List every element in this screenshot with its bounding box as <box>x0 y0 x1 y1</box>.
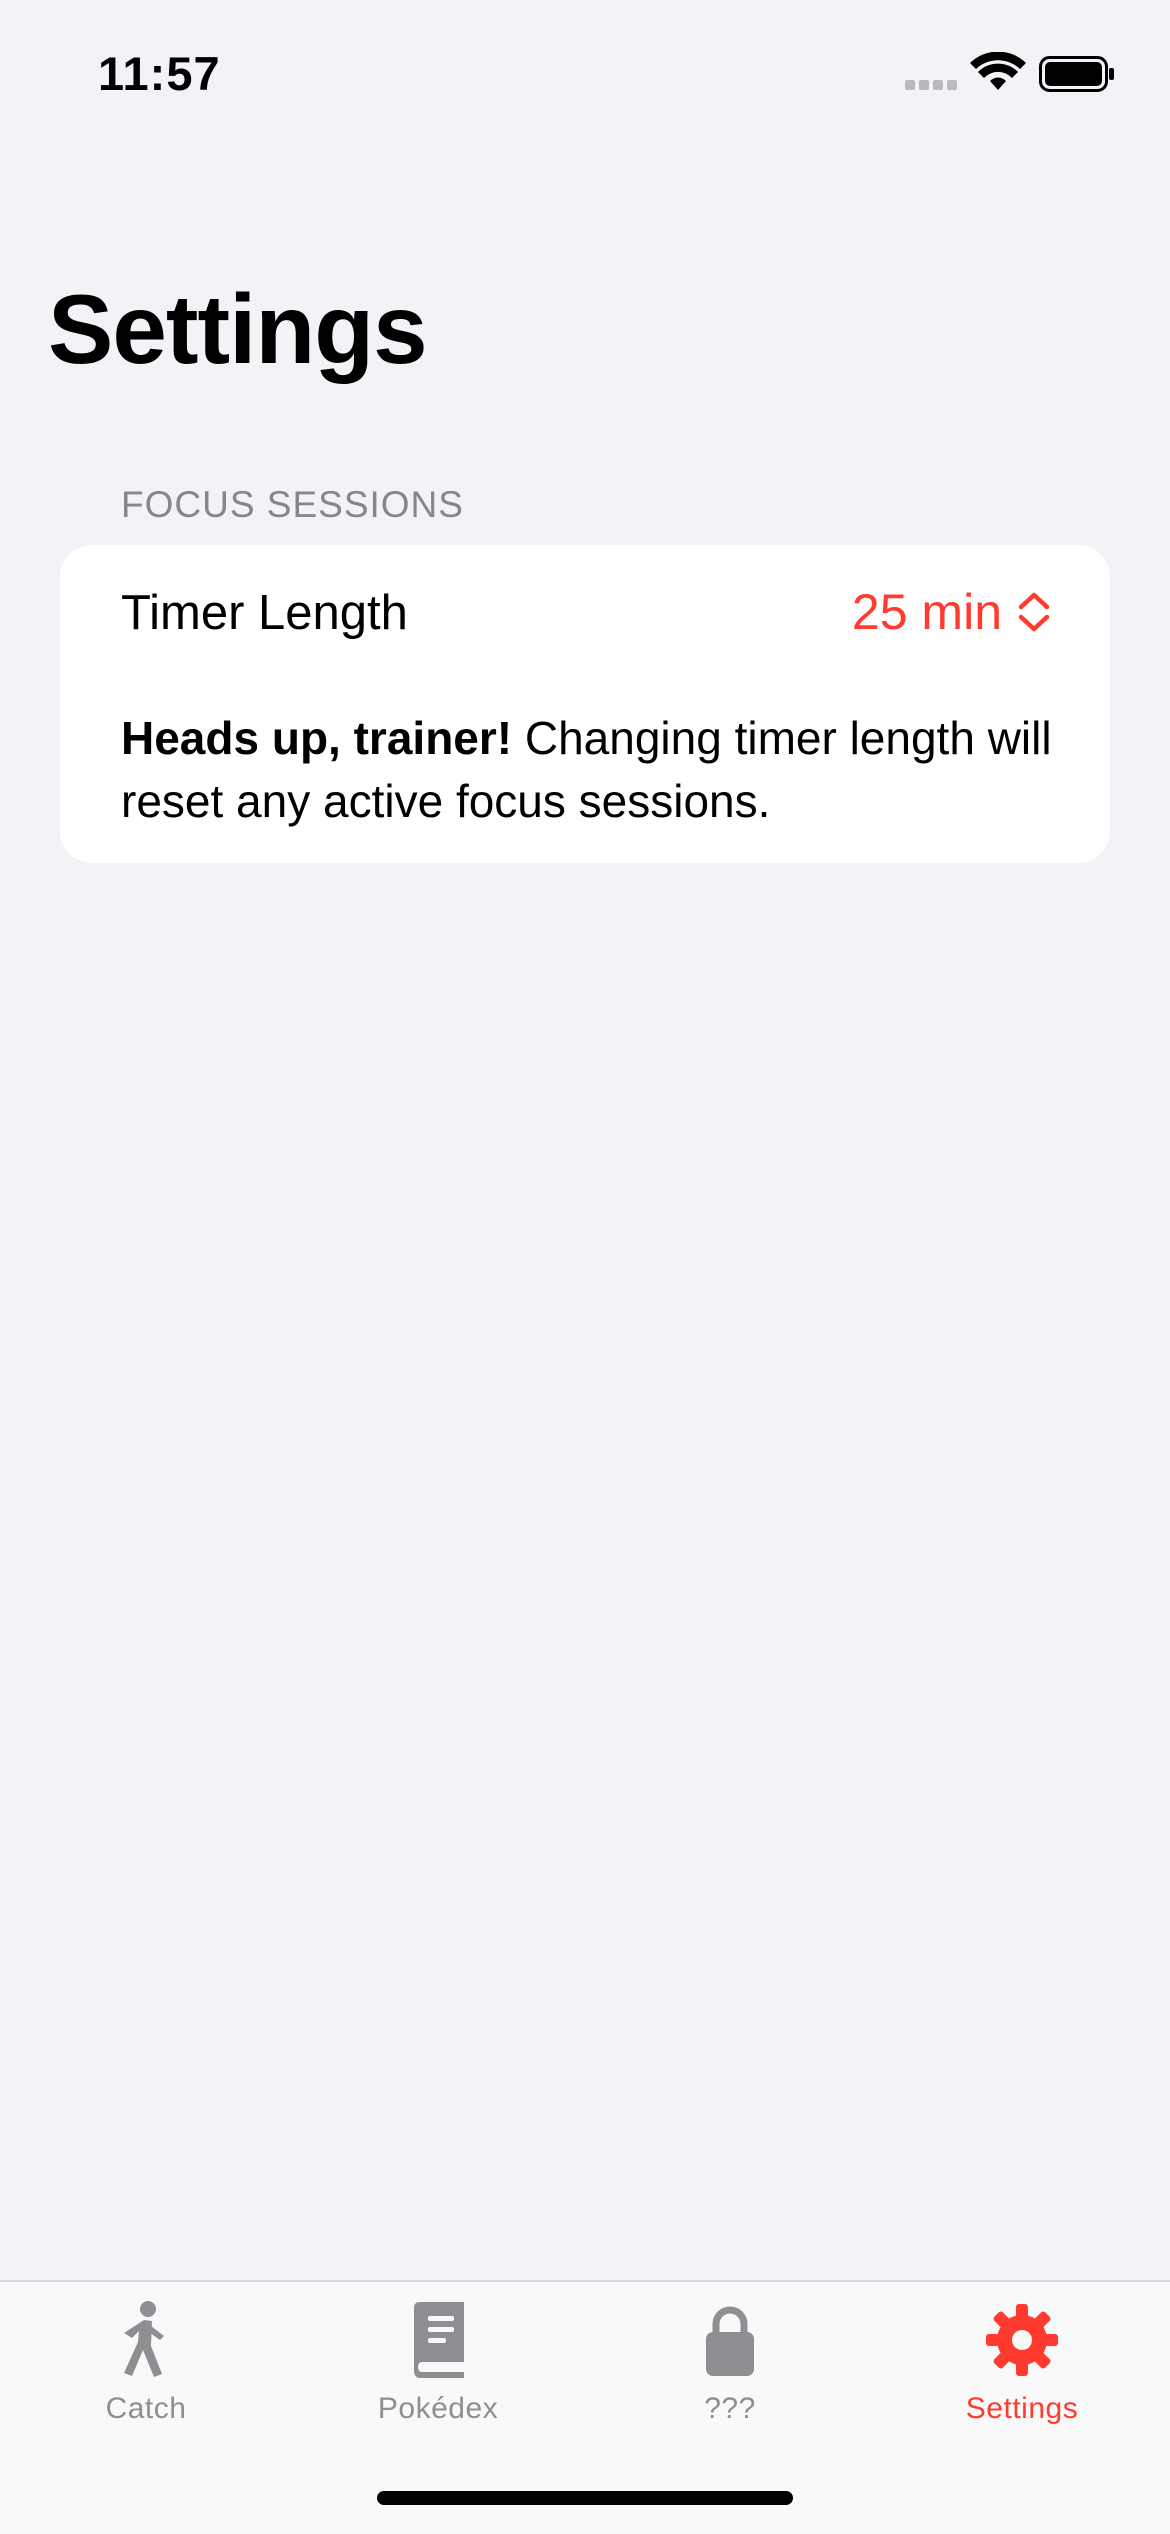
tab-locked-label: ??? <box>704 2392 756 2425</box>
tab-pokedex-label: Pokédex <box>377 2392 499 2425</box>
page-title: Settings <box>48 274 428 384</box>
timer-warning-note: Heads up, trainer! Changing timer length… <box>121 707 1061 833</box>
timer-length-picker[interactable]: 25 min <box>852 583 1052 641</box>
tab-bar: Catch Pokédex ??? Settings <box>0 2280 1170 2534</box>
gear-icon <box>986 2304 1058 2376</box>
tab-pokedex[interactable]: Pokédex <box>292 2282 584 2462</box>
tab-locked[interactable]: ??? <box>584 2282 876 2462</box>
settings-card: Timer Length 25 min Heads up, trainer! C… <box>60 545 1110 863</box>
cellular-signal-icon <box>905 80 957 90</box>
chevron-up-down-icon <box>1018 592 1050 632</box>
walk-icon <box>124 2301 164 2377</box>
status-bar: 11:57 <box>0 0 1170 140</box>
tab-settings[interactable]: Settings <box>876 2282 1168 2462</box>
status-time: 11:57 <box>98 47 221 100</box>
lock-icon <box>706 2306 754 2376</box>
book-icon <box>414 2302 464 2378</box>
note-bold-text: Heads up, trainer! <box>121 712 513 764</box>
wifi-icon <box>970 52 1026 90</box>
tab-catch-label: Catch <box>105 2392 187 2425</box>
battery-icon <box>1039 56 1114 92</box>
timer-length-label: Timer Length <box>121 586 408 640</box>
tab-settings-label: Settings <box>965 2392 1079 2425</box>
tab-catch[interactable]: Catch <box>0 2282 292 2462</box>
timer-length-value: 25 min <box>851 584 1002 640</box>
section-header: FOCUS SESSIONS <box>121 484 464 525</box>
home-indicator <box>377 2491 793 2505</box>
